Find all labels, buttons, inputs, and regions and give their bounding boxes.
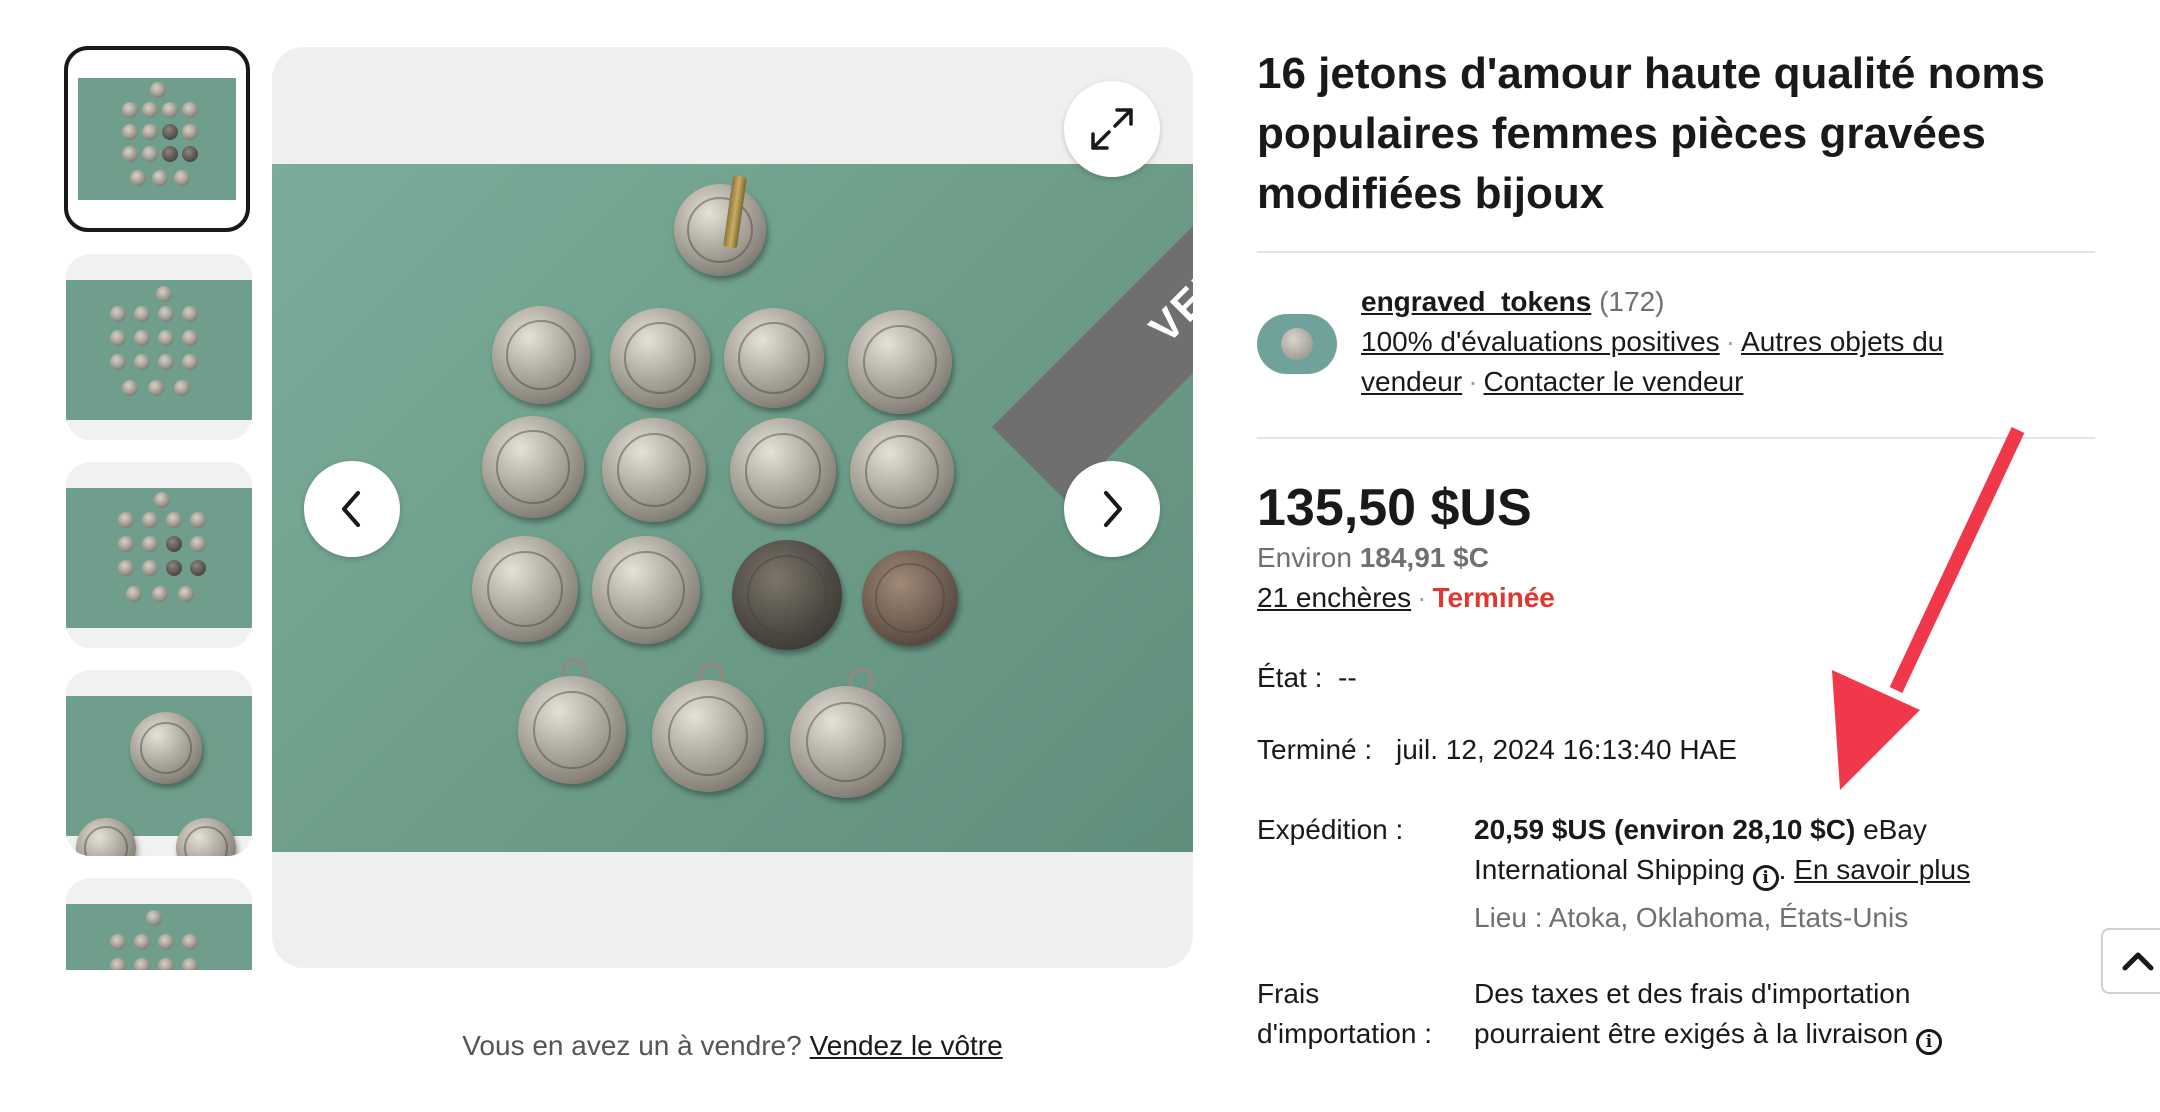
thumbnail-3[interactable] — [66, 462, 252, 648]
import-fees-label: Frais d'importation : — [1257, 974, 1432, 1054]
seller-feedback-count: (172) — [1599, 286, 1665, 317]
item-location: Lieu : Atoka, Oklahoma, États-Unis — [1474, 902, 1909, 933]
bid-history-link[interactable]: 21 enchères — [1257, 582, 1411, 613]
info-icon[interactable]: i — [1752, 865, 1779, 891]
import-label-line-2: d'importation : — [1257, 1018, 1432, 1049]
separator-dot: · — [1725, 326, 1736, 357]
seller-positive-feedback-link[interactable]: 100% d'évaluations positives — [1361, 326, 1720, 357]
thumbnail-strip — [64, 46, 256, 970]
shipping-price: 20,59 $US (environ 28,10 $C) — [1474, 814, 1856, 845]
bids-status-line: 21 enchères · Terminée — [1257, 582, 1555, 614]
info-icon[interactable]: i — [1916, 1029, 1943, 1055]
main-image-viewer[interactable]: VENDU — [272, 47, 1193, 968]
divider — [1257, 251, 2095, 253]
import-value-line-2: pourraient être exigés à la livraison — [1474, 1018, 1909, 1049]
thumbnail-image — [66, 488, 252, 628]
chevron-left-icon — [342, 491, 360, 527]
sell-prompt: Vous en avez un à vendre? — [462, 1030, 802, 1061]
thumbnail-image — [66, 696, 252, 856]
approx-prefix: Environ — [1257, 542, 1352, 573]
thumbnail-image — [66, 904, 252, 970]
condition-label: État : — [1257, 662, 1323, 693]
previous-image-button[interactable] — [304, 461, 400, 557]
sell-yours-link[interactable]: Vendez le vôtre — [810, 1030, 1003, 1061]
main-image — [272, 164, 1193, 852]
listing-status: Terminée — [1432, 582, 1555, 613]
next-image-button[interactable] — [1064, 461, 1160, 557]
seller-name-link[interactable]: engraved_tokens — [1361, 286, 1591, 317]
thumbnail-5[interactable] — [66, 878, 252, 970]
chevron-right-icon — [1104, 491, 1122, 527]
approx-price: Environ 184,91 $C — [1257, 542, 1489, 574]
shipping-label: Expédition : — [1257, 814, 1404, 845]
thumbnail-image — [78, 78, 236, 200]
seller-avatar[interactable] — [1257, 314, 1337, 374]
thumbnail-image — [66, 280, 252, 420]
annotation-arrow — [1832, 427, 2025, 790]
expand-icon — [1091, 108, 1133, 150]
thumbnail-4[interactable] — [66, 670, 252, 856]
approx-value: 184,91 $C — [1359, 542, 1489, 573]
seller-info: engraved_tokens (172) 100% d'évaluations… — [1361, 282, 2101, 402]
scroll-to-top-button[interactable] — [2101, 928, 2160, 994]
sell-yours-line: Vous en avez un à vendre? Vendez le vôtre — [272, 1030, 1193, 1062]
listing-title: 16 jetons d'amour haute qualité noms pop… — [1257, 49, 2045, 218]
learn-more-link[interactable]: En savoir plus — [1794, 854, 1970, 885]
separator-dot: · — [1417, 582, 1427, 613]
chevron-up-icon — [2122, 952, 2154, 971]
thumbnail-1[interactable] — [64, 46, 250, 232]
thumbnail-2[interactable] — [66, 254, 252, 440]
item-price: 135,50 $US — [1257, 479, 1532, 537]
import-label-line-1: Frais — [1257, 978, 1320, 1009]
import-fees-value: Des taxes et des frais d'importation pou… — [1474, 974, 2094, 1055]
ended-label: Terminé : — [1257, 734, 1373, 765]
contact-seller-link[interactable]: Contacter le vendeur — [1484, 366, 1744, 397]
expand-image-button[interactable] — [1064, 81, 1160, 177]
shipping-value: 20,59 $US (environ 28,10 $C) eBay Intern… — [1474, 810, 2034, 891]
separator-dot: · — [1468, 366, 1478, 397]
import-value-line-1: Des taxes et des frais d'importation — [1474, 978, 1911, 1009]
